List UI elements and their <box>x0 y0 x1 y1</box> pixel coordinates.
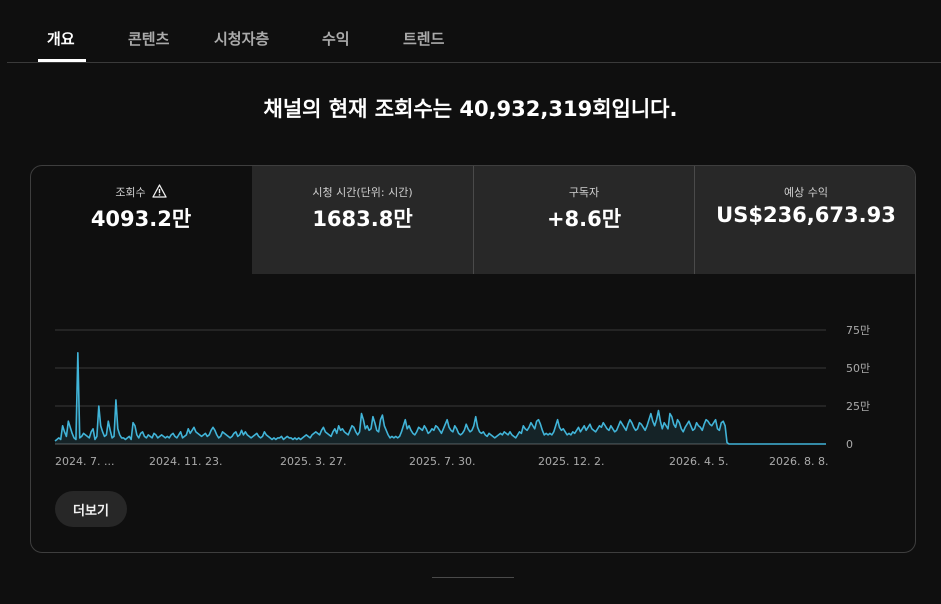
tab-content[interactable]: 콘텐츠 <box>128 28 169 49</box>
page-headline: 채널의 현재 조회수는 40,932,319회입니다. <box>263 97 678 121</box>
metric-label: 구독자 <box>568 186 600 199</box>
y-tick-label: 75만 <box>846 324 870 337</box>
metric-watch-time[interactable]: 시청 시간(단위: 시간) 1683.8만 <box>252 166 473 274</box>
metric-value: 4093.2만 <box>90 207 192 231</box>
metric-label: 예상 수익 <box>784 186 828 199</box>
tab-bar: 개요 콘텐츠 시청자층 수익 트렌드 <box>7 0 941 63</box>
y-tick-label: 50만 <box>846 362 870 375</box>
chart-svg: 0 25만 50만 75만 2024. 7. ... 2024. 11. 23. 2025.… <box>54 324 870 468</box>
see-more-button[interactable]: 더보기 <box>55 491 127 527</box>
metric-views[interactable]: 조회수 4093.2만 <box>31 166 251 274</box>
metric-revenue[interactable]: 예상 수익 US$236,673.93 <box>695 166 915 274</box>
views-chart[interactable]: 0 25만 50만 75만 2024. 7. ... 2024. 11. 23. 2025.… <box>31 274 915 484</box>
x-tick-label: 2024. 7. ... <box>55 455 114 468</box>
tab-revenue[interactable]: 수익 <box>322 28 350 49</box>
views-series-area <box>55 352 826 444</box>
x-tick-label: 2026. 8. 8. <box>769 455 828 468</box>
metric-subscribers[interactable]: 구독자 +8.6만 <box>474 166 694 274</box>
warning-icon[interactable] <box>152 184 167 201</box>
metric-value: +8.6만 <box>546 207 622 231</box>
x-tick-label: 2025. 3. 27. <box>280 455 346 468</box>
tab-trends[interactable]: 트렌드 <box>403 28 444 49</box>
bottom-divider <box>432 577 514 578</box>
metric-label: 조회수 <box>115 186 146 199</box>
x-tick-label: 2026. 4. 5. <box>669 455 728 468</box>
analytics-card: 조회수 4093.2만 시청 시간(단위: 시간) 1683.8만 구독자 +8… <box>30 165 916 553</box>
tab-overview[interactable]: 개요 <box>47 28 75 49</box>
x-tick-label: 2024. 11. 23. <box>149 455 222 468</box>
y-tick-label: 25만 <box>846 400 870 413</box>
active-tab-indicator <box>38 59 86 62</box>
metric-label: 시청 시간(단위: 시간) <box>312 186 413 199</box>
metric-tabs: 조회수 4093.2만 시청 시간(단위: 시간) 1683.8만 구독자 +8… <box>31 166 915 274</box>
tab-audience[interactable]: 시청자층 <box>214 28 269 49</box>
metric-views-label-row: 조회수 <box>31 184 251 201</box>
x-tick-label: 2025. 12. 2. <box>538 455 604 468</box>
metric-value: 1683.8만 <box>312 207 413 231</box>
x-tick-label: 2025. 7. 30. <box>409 455 475 468</box>
y-tick-label: 0 <box>846 438 853 451</box>
metric-value: US$236,673.93 <box>716 203 896 227</box>
